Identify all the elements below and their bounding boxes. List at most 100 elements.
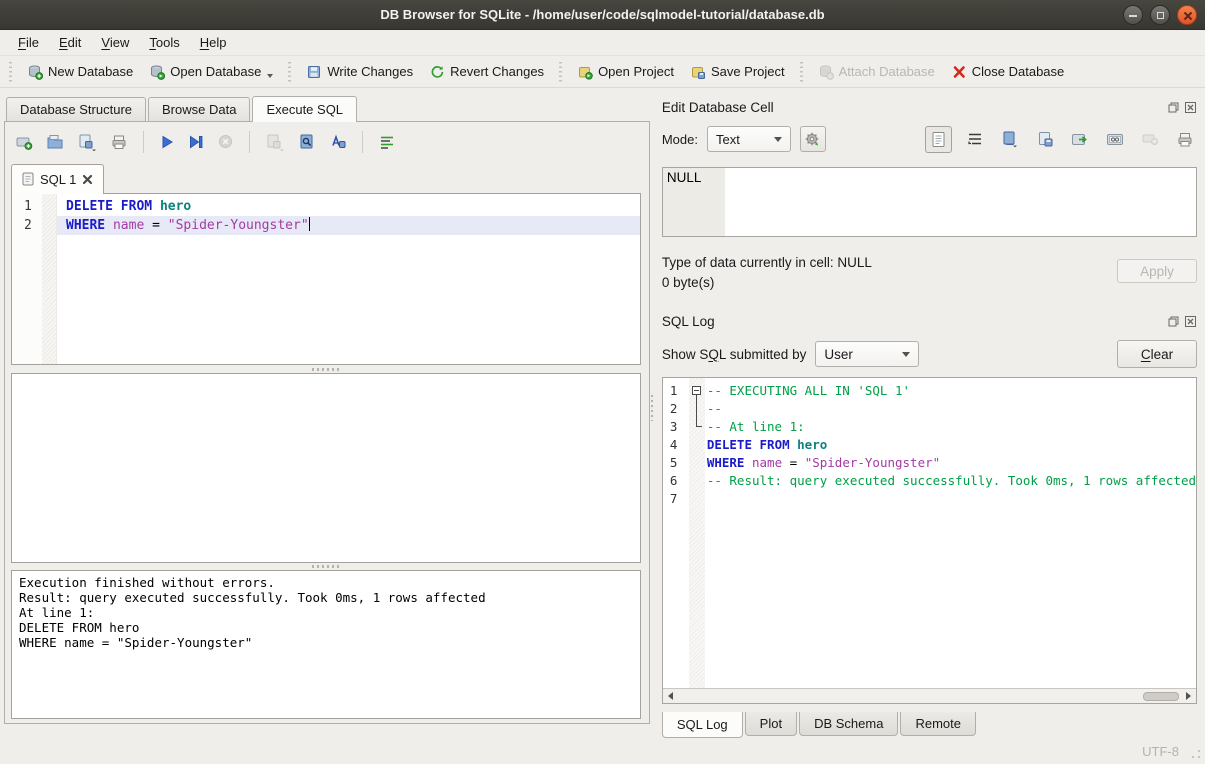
save-project-button[interactable]: Save Project — [682, 60, 793, 84]
menu-help[interactable]: Help — [190, 32, 237, 53]
find-icon — [298, 133, 316, 151]
execute-line-icon — [188, 134, 204, 150]
sql-tab-1[interactable]: SQL 1 — [11, 164, 104, 194]
toolbar-grip[interactable] — [288, 62, 291, 82]
export-data-button[interactable] — [1033, 127, 1057, 151]
new-sql-tab-button[interactable] — [15, 133, 33, 151]
sql-editor[interactable]: 1 2 DELETE FROM hero WHERE name = "Spide… — [11, 194, 641, 365]
text-document-button[interactable] — [925, 126, 952, 153]
scroll-left-arrow[interactable] — [663, 689, 678, 703]
float-dock-button[interactable] — [1167, 315, 1180, 328]
apply-button-label: Apply — [1140, 264, 1174, 279]
cell-info: Type of data currently in cell: NULL 0 b… — [662, 253, 1197, 293]
horizontal-scrollbar[interactable] — [663, 688, 1196, 703]
gear-icon — [804, 131, 821, 148]
fold-collapse-icon[interactable] — [692, 386, 701, 395]
float-dock-button[interactable] — [1167, 101, 1180, 114]
close-dock-button[interactable] — [1184, 315, 1197, 328]
print-cell-button[interactable] — [1173, 127, 1197, 151]
cell-toolbar — [925, 126, 1197, 153]
close-database-label: Close Database — [972, 64, 1065, 79]
import-data-button[interactable] — [998, 127, 1022, 151]
tab-db-schema[interactable]: DB Schema — [799, 712, 898, 736]
tab-database-structure[interactable]: Database Structure — [6, 97, 146, 121]
menu-file[interactable]: File — [8, 32, 49, 53]
float-icon — [1168, 316, 1179, 327]
save-as-button[interactable] — [1068, 127, 1092, 151]
close-icon — [1185, 102, 1196, 113]
splitter-handle[interactable] — [5, 563, 649, 571]
tab-execute-sql[interactable]: Execute SQL — [252, 96, 357, 122]
open-in-app-button[interactable] — [1103, 127, 1127, 151]
save-sql-file-button[interactable] — [77, 133, 97, 151]
word-wrap-icon — [967, 132, 983, 146]
apply-format-button[interactable] — [800, 126, 826, 152]
tab-sql-log[interactable]: SQL Log — [662, 712, 743, 738]
toolbar-separator — [143, 131, 144, 153]
scrollbar-thumb[interactable] — [1143, 692, 1179, 701]
write-changes-button[interactable]: Write Changes — [298, 60, 421, 84]
format-sql-button[interactable] — [329, 133, 347, 151]
splitter-handle[interactable] — [5, 365, 649, 373]
window-controls — [1123, 5, 1197, 25]
titlebar: DB Browser for SQLite - /home/user/code/… — [0, 0, 1205, 30]
mode-select[interactable]: Text — [707, 126, 791, 152]
new-database-button[interactable]: New Database — [19, 60, 141, 84]
attach-database-label: Attach Database — [839, 64, 935, 79]
open-database-button[interactable]: Open Database — [141, 60, 281, 84]
minimize-button[interactable] — [1123, 5, 1143, 25]
set-null-icon — [1142, 133, 1158, 145]
toolbar-grip[interactable] — [800, 62, 803, 82]
menu-tools[interactable]: Tools — [139, 32, 189, 53]
open-project-button[interactable]: Open Project — [569, 60, 682, 84]
word-wrap-button[interactable] — [378, 133, 396, 151]
scroll-right-arrow[interactable] — [1181, 689, 1196, 703]
export-results-icon — [265, 133, 285, 151]
toolbar-grip[interactable] — [559, 62, 562, 82]
close-database-button[interactable]: Close Database — [943, 60, 1073, 84]
vertical-splitter[interactable] — [650, 95, 655, 739]
execute-all-button[interactable] — [159, 134, 175, 150]
clear-log-button[interactable]: Clear — [1117, 340, 1197, 368]
revert-changes-button[interactable]: Revert Changes — [421, 60, 552, 84]
main-tab-bar: Database Structure Browse Data Execute S… — [4, 95, 650, 121]
resize-grip[interactable] — [1191, 749, 1201, 759]
execute-line-button[interactable] — [188, 134, 204, 150]
cell-value-editor[interactable]: NULL — [662, 167, 1197, 237]
tab-label: DB Schema — [814, 716, 883, 731]
log-line: -- At line 1: — [705, 418, 1196, 436]
log-line: WHERE name = "Spider-Youngster" — [705, 454, 1196, 472]
execution-message-pane[interactable]: Execution finished without errors. Resul… — [11, 570, 641, 719]
print-sql-button[interactable] — [110, 133, 128, 151]
message-line: At line 1: — [19, 605, 633, 620]
new-sql-tab-icon — [15, 133, 33, 151]
fold-line — [696, 395, 697, 426]
word-wrap-button[interactable] — [963, 127, 987, 151]
close-dock-button[interactable] — [1184, 101, 1197, 114]
menu-view[interactable]: View — [91, 32, 139, 53]
submitted-by-select[interactable]: User — [815, 341, 919, 367]
tab-remote[interactable]: Remote — [900, 712, 976, 736]
cell-value-input[interactable] — [725, 168, 1196, 236]
tab-plot[interactable]: Plot — [745, 712, 797, 736]
open-sql-file-button[interactable] — [46, 133, 64, 151]
find-button[interactable] — [298, 133, 316, 151]
menu-edit[interactable]: Edit — [49, 32, 91, 53]
main-toolbar: New Database Open Database Write Changes… — [0, 56, 1205, 88]
close-button[interactable] — [1177, 5, 1197, 25]
tab-browse-data[interactable]: Browse Data — [148, 97, 250, 121]
results-grid[interactable] — [11, 373, 641, 562]
word-wrap-icon — [378, 133, 396, 151]
close-tab-icon[interactable] — [82, 174, 93, 185]
log-line-numbers: 1 2 3 4 5 6 7 — [663, 378, 689, 703]
message-line: Result: query executed successfully. Too… — [19, 590, 633, 605]
maximize-button[interactable] — [1150, 5, 1170, 25]
editor-code-area[interactable]: DELETE FROM hero WHERE name = "Spider-Yo… — [57, 194, 640, 364]
log-line — [705, 490, 1196, 508]
edit-cell-dock-titlebar: Edit Database Cell — [662, 97, 1197, 117]
sql-editor-toolbar — [5, 122, 649, 162]
open-database-dropdown-caret[interactable] — [267, 74, 273, 78]
tab-label: Plot — [760, 716, 782, 731]
toolbar-grip[interactable] — [9, 62, 12, 82]
log-line: -- — [705, 400, 1196, 418]
